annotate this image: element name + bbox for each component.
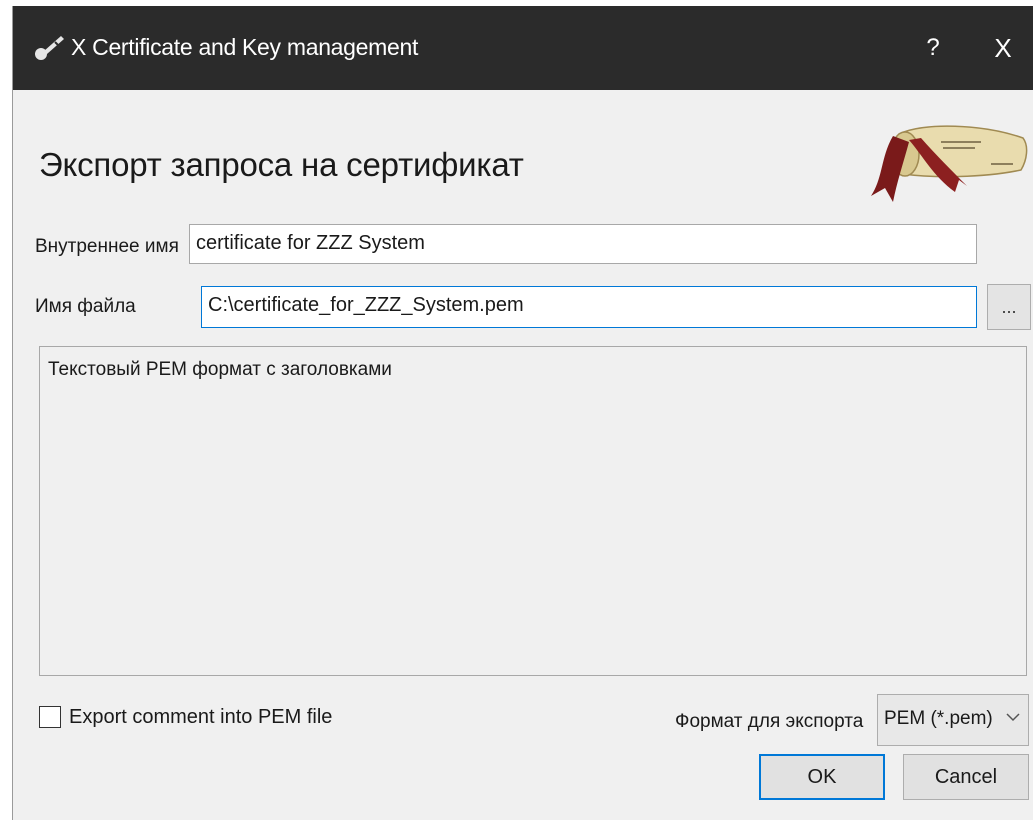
export-format-value: PEM (*.pem)	[884, 708, 993, 729]
ok-button[interactable]: OK	[759, 754, 885, 800]
internal-name-label: Внутреннее имя	[35, 236, 179, 257]
export-comment-label[interactable]: Export comment into PEM file	[69, 706, 332, 729]
export-format-label: Формат для экспорта	[675, 711, 864, 732]
browse-button[interactable]: ...	[987, 284, 1031, 330]
cancel-button[interactable]: Cancel	[903, 754, 1029, 800]
export-format-select[interactable]: PEM (*.pem)	[877, 694, 1029, 746]
internal-name-field[interactable]: certificate for ZZZ System	[189, 224, 977, 264]
window-title: X Certificate and Key management	[71, 34, 419, 60]
format-description: Текстовый PEM формат с заголовками	[39, 346, 1027, 676]
export-comment-checkbox[interactable]	[39, 706, 61, 728]
pen-key-icon	[31, 32, 67, 66]
page-title: Экспорт запроса на сертификат	[39, 146, 524, 183]
scroll-icon	[863, 116, 1033, 206]
file-name-field[interactable]: C:\certificate_for_ZZZ_System.pem	[201, 286, 977, 328]
dialog-window: X Certificate and Key management ? X Экс…	[12, 6, 1033, 820]
title-bar: X Certificate and Key management ? X	[13, 6, 1033, 90]
file-name-label: Имя файла	[35, 296, 136, 317]
chevron-down-icon	[1006, 709, 1020, 725]
close-button[interactable]: X	[981, 28, 1025, 68]
help-button[interactable]: ?	[913, 28, 953, 68]
